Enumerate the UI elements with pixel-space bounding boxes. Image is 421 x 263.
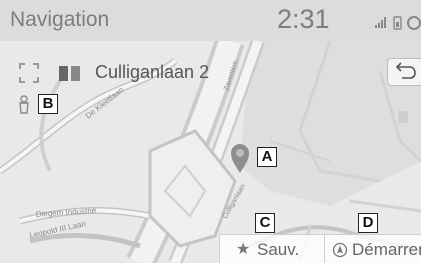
poi-icon	[398, 111, 408, 123]
callout-b: B	[38, 94, 58, 114]
app-title: Navigation	[10, 8, 110, 31]
signal-icon	[375, 17, 386, 28]
save-button-label: Sauv.	[257, 240, 300, 259]
callout-a: A	[257, 147, 277, 167]
battery-icon	[407, 16, 421, 30]
phone-icon	[393, 16, 402, 30]
status-icons	[375, 16, 421, 30]
start-icon	[332, 242, 348, 258]
title-bar: Navigation 2:31	[0, 0, 421, 41]
start-button[interactable]: Démarrer	[324, 234, 421, 263]
callout-c: C	[255, 213, 275, 233]
navigation-screen: Navigation 2:31 De Kleetlaan Diegem Indu…	[0, 0, 421, 263]
map-pin-icon[interactable]	[228, 142, 252, 174]
back-arrow-icon	[395, 62, 416, 79]
destination-name: Culliganlaan 2	[95, 62, 210, 82]
expand-icon[interactable]	[19, 63, 39, 83]
route-flag-icon	[59, 66, 80, 81]
clock: 2:31	[277, 4, 330, 34]
callout-d: D	[358, 213, 378, 233]
start-button-label: Démarrer	[352, 240, 421, 259]
person-icon[interactable]	[17, 95, 31, 115]
back-button[interactable]	[387, 58, 421, 86]
star-icon: ★	[236, 241, 251, 258]
save-button[interactable]: ★ Sauv.	[219, 234, 324, 263]
